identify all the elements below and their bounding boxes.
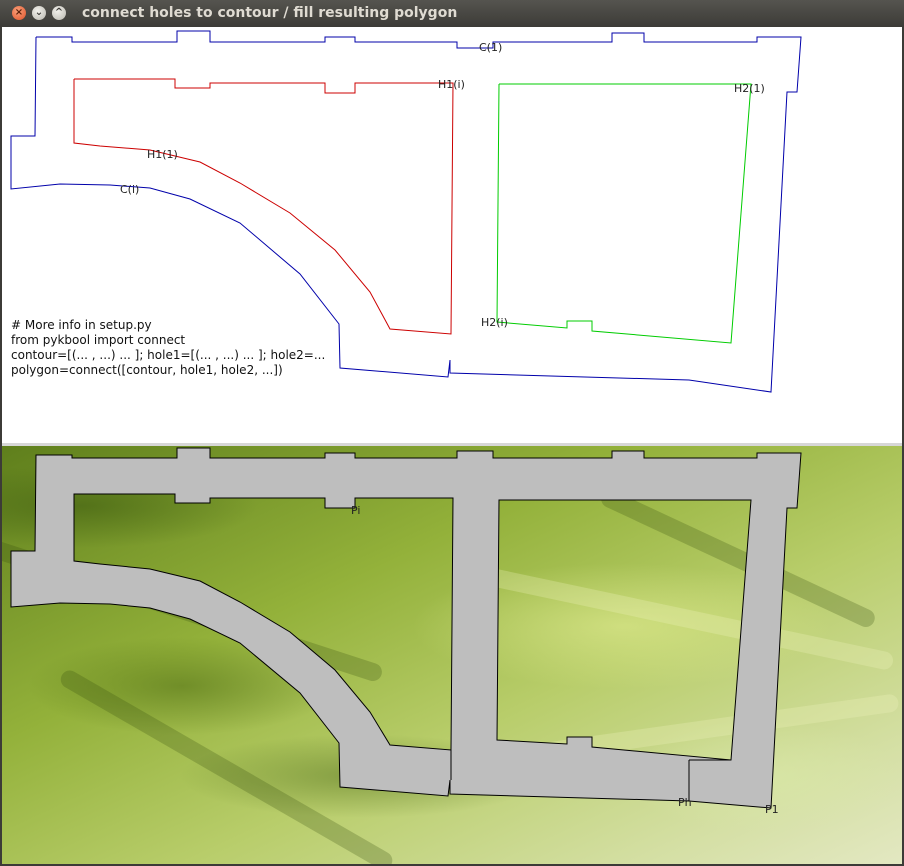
outline-drawing: C(1) C(i) H1(i) H1(1) H2(1) H2(i)	[10, 30, 802, 393]
fill-canvas: Pi Ph P1	[2, 446, 902, 864]
maximize-button[interactable]: ^	[52, 6, 66, 20]
label-p1: P1	[765, 803, 779, 816]
label-contour-low: C(i)	[120, 183, 139, 196]
code-line: contour=[(... , ...) ... ]; hole1=[(... …	[11, 348, 326, 362]
label-pi: Pi	[351, 504, 360, 517]
outline-canvas: C(1) C(i) H1(i) H1(1) H2(1) H2(i) # More…	[2, 27, 902, 443]
minimize-button[interactable]: ⌄	[32, 6, 46, 20]
close-button[interactable]: ×	[12, 6, 26, 20]
label-hole2-top: H2(1)	[734, 82, 765, 95]
title-bar[interactable]: × ⌄ ^ connect holes to contour / fill re…	[0, 0, 904, 27]
code-line: # More info in setup.py	[11, 318, 152, 332]
filled-polygon-drawing: Pi Ph P1	[10, 447, 802, 816]
label-contour-top: C(1)	[479, 41, 502, 54]
code-line: polygon=connect([contour, hole1, hole2, …	[11, 363, 283, 377]
window-title: connect holes to contour / fill resultin…	[82, 5, 458, 21]
label-hole2-bottom: H2(i)	[481, 316, 508, 329]
close-icon: ×	[14, 7, 24, 18]
label-ph: Ph	[678, 796, 692, 809]
label-hole1-right: H1(i)	[438, 78, 465, 91]
app-window: × ⌄ ^ connect holes to contour / fill re…	[0, 0, 904, 866]
maximize-icon: ^	[54, 7, 64, 18]
code-snippet: # More info in setup.py from pykbool impo…	[11, 318, 325, 378]
hole2-outline	[496, 83, 752, 344]
minimize-icon: ⌄	[34, 7, 44, 18]
filled-polygon	[10, 447, 802, 809]
label-hole1-mid: H1(1)	[147, 148, 178, 161]
hole1-outline	[73, 78, 454, 335]
code-line: from pykbool import connect	[11, 333, 186, 347]
